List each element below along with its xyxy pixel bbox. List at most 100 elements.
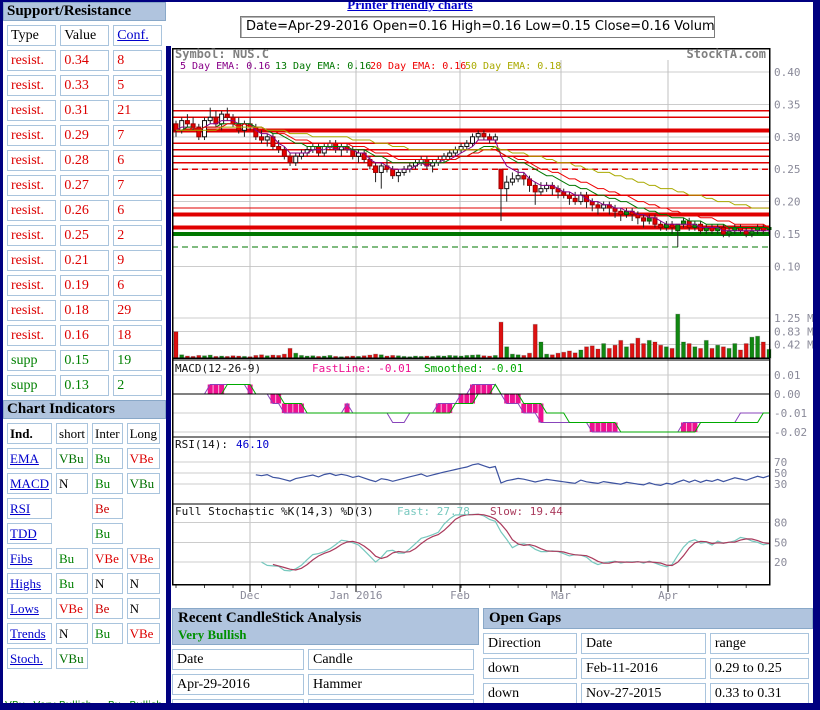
indicator-inter-value: Bu — [92, 523, 123, 544]
open-gaps-table: DirectionDaterangedownFeb-11-20160.29 to… — [479, 629, 813, 708]
sr-value: 0.16 — [60, 325, 109, 346]
sr-type: resist. — [7, 150, 56, 171]
indicator-short-value: Bu — [56, 548, 88, 569]
sr-row: resist.0.297 — [7, 125, 162, 146]
sr-row: supp0.1519 — [7, 350, 162, 371]
sidebar: Support/Resistance TypeValueConf.resist.… — [3, 2, 166, 710]
sr-type: resist. — [7, 125, 56, 146]
svg-text:5 Day EMA: 0.16: 5 Day EMA: 0.16 — [180, 61, 270, 72]
sr-type: resist. — [7, 50, 56, 71]
sr-conf: 6 — [113, 275, 162, 296]
indicator-link-rsi[interactable]: RSI — [10, 501, 30, 516]
sr-row: resist.0.286 — [7, 150, 162, 171]
frame-right — [813, 0, 820, 710]
svg-text:80: 80 — [774, 517, 787, 530]
indicator-name: Lows — [7, 598, 52, 619]
sr-value: 0.18 — [60, 300, 109, 321]
cs-table-col: Candle — [308, 649, 474, 670]
sr-conf: 6 — [113, 150, 162, 171]
indicator-short-value: VBu — [56, 448, 88, 469]
ind-col-ind: Ind. — [7, 423, 52, 444]
gaps-table-cell: down — [483, 658, 577, 679]
sr-conf: 7 — [113, 125, 162, 146]
indicator-link-stoch[interactable]: Stoch. — [10, 651, 43, 666]
ohlc-summary-input[interactable]: Date=Apr-29-2016 Open=0.16 High=0.16 Low… — [240, 16, 715, 38]
candlestick-analysis-section: Recent CandleStick Analysis Very Bullish… — [172, 608, 479, 710]
indicator-short-value — [56, 523, 88, 544]
indicator-row: Stoch.VBu — [7, 648, 160, 669]
svg-text:0.01: 0.01 — [774, 369, 801, 382]
svg-text:-0.01: -0.01 — [774, 407, 807, 420]
ind-col-long: Long — [127, 423, 160, 444]
sr-value: 0.34 — [60, 50, 109, 71]
indicator-long-value — [127, 498, 160, 519]
open-gaps-section: Open Gaps DirectionDaterangedownFeb-11-2… — [483, 608, 813, 708]
gaps-table-col: Direction — [483, 633, 577, 654]
sr-value: 0.28 — [60, 150, 109, 171]
svg-text:0.20: 0.20 — [774, 196, 801, 209]
sr-conf: 29 — [113, 300, 162, 321]
svg-text:Fast: 27.78: Fast: 27.78 — [397, 505, 470, 518]
svg-text:0.15: 0.15 — [774, 228, 801, 241]
conf-link[interactable]: Conf. — [117, 28, 149, 43]
svg-text:0.42 M: 0.42 M — [774, 339, 814, 352]
indicator-long-value: N — [127, 573, 160, 594]
sr-col-conf: Conf. — [113, 25, 162, 46]
indicator-inter-value: Bu — [92, 448, 123, 469]
svg-text:0.00: 0.00 — [774, 388, 801, 401]
indicator-inter-value — [92, 648, 123, 669]
indicator-link-ema[interactable]: EMA — [10, 451, 39, 466]
svg-text:0.10: 0.10 — [774, 260, 801, 273]
candlestick-analysis-header: Recent CandleStick Analysis Very Bullish — [172, 608, 479, 645]
indicator-inter-value: Be — [92, 598, 123, 619]
sr-type: supp — [7, 375, 56, 396]
stock-chart: DecJan 2016FebMarAprSymbol: NUS.CStockTA… — [172, 48, 820, 604]
sr-type: resist. — [7, 200, 56, 221]
indicator-long-value — [127, 648, 160, 669]
sr-value: 0.25 — [60, 225, 109, 246]
svg-text:FastLine: -0.01: FastLine: -0.01 — [312, 362, 411, 375]
sr-row: resist.0.219 — [7, 250, 162, 271]
sr-row: supp0.132 — [7, 375, 162, 396]
sr-row: resist.0.277 — [7, 175, 162, 196]
sr-conf: 7 — [113, 175, 162, 196]
sr-conf: 6 — [113, 200, 162, 221]
svg-text:20: 20 — [774, 556, 787, 569]
sr-type: resist. — [7, 250, 56, 271]
sr-conf: 18 — [113, 325, 162, 346]
cs-table-col: Date — [172, 649, 304, 670]
svg-text:Mar: Mar — [551, 589, 571, 602]
stockta-page: Support/Resistance TypeValueConf.resist.… — [0, 0, 820, 710]
indicator-link-highs[interactable]: Highs — [10, 576, 41, 591]
indicator-inter-value: Be — [92, 498, 123, 519]
svg-text:Full Stochastic %K(14,3) %D(3): Full Stochastic %K(14,3) %D(3) — [175, 505, 374, 518]
indicator-row: HighsBuNN — [7, 573, 160, 594]
indicator-link-macd[interactable]: MACD — [10, 476, 49, 491]
svg-text:13 Day EMA: 0.16: 13 Day EMA: 0.16 — [275, 61, 371, 72]
sr-row: resist.0.252 — [7, 225, 162, 246]
stock-chart-svg: DecJan 2016FebMarAprSymbol: NUS.CStockTA… — [172, 48, 820, 604]
indicator-name: MACD — [7, 473, 52, 494]
svg-text:RSI(14):: RSI(14): — [175, 438, 228, 451]
indicator-short-value: N — [56, 623, 88, 644]
frame-left — [0, 0, 3, 710]
indicator-short-value — [56, 498, 88, 519]
indicator-link-lows[interactable]: Lows — [10, 601, 39, 616]
sr-value: 0.15 — [60, 350, 109, 371]
candlestick-analysis-title: Recent CandleStick Analysis — [178, 610, 473, 627]
indicator-inter-value: Bu — [92, 473, 123, 494]
svg-text:-0.02: -0.02 — [774, 426, 807, 439]
indicator-row: FibsBuVBeVBe — [7, 548, 160, 569]
sr-type: resist. — [7, 300, 56, 321]
indicator-row: RSI Be — [7, 498, 160, 519]
indicator-inter-value: Bu — [92, 623, 123, 644]
indicator-link-fibs[interactable]: Fibs — [10, 551, 32, 566]
indicator-link-trends[interactable]: Trends — [10, 626, 46, 641]
sr-value: 0.29 — [60, 125, 109, 146]
cs-table-cell: Hammer — [308, 674, 474, 695]
svg-text:50 Day EMA: 0.18: 50 Day EMA: 0.18 — [465, 61, 561, 72]
indicator-link-tdd[interactable]: TDD — [10, 526, 37, 541]
svg-text:30: 30 — [774, 478, 787, 491]
svg-text:1.25 M: 1.25 M — [774, 312, 814, 325]
sr-value: 0.13 — [60, 375, 109, 396]
